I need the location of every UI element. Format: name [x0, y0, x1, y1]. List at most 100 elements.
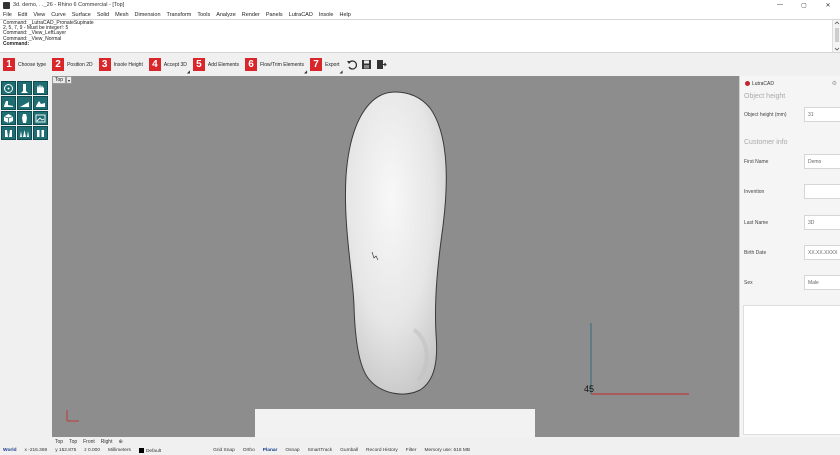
planar-toggle[interactable]: Planar [263, 448, 278, 453]
viewport-tabs: Top Top Front Right ⊕ [52, 437, 739, 446]
birth-date-label: Birth Date [744, 249, 767, 256]
menu-surface[interactable]: Surface [72, 12, 91, 18]
tab-top-2[interactable]: Top [69, 439, 77, 445]
menu-help[interactable]: Help [340, 12, 351, 18]
step-add-elements-button[interactable]: 5 Add Elements [192, 58, 240, 71]
step-number: 6 [245, 58, 258, 71]
window-controls: — ▢ ✕ [768, 0, 840, 10]
y-coordinate: y 152.875 [55, 448, 77, 453]
first-name-label: First Name [744, 158, 769, 165]
last-name-input[interactable] [804, 215, 840, 230]
command-history-scrollbar[interactable] [832, 20, 840, 52]
sex-row: Sex [744, 275, 840, 290]
foot-print-icon[interactable] [17, 111, 32, 125]
foot-pair-front-icon[interactable] [17, 126, 32, 140]
last-name-row: Last Name [744, 215, 840, 230]
last-name-label: Last Name [744, 219, 769, 226]
insole-model[interactable] [52, 76, 739, 437]
foot-front-icon[interactable] [17, 81, 32, 95]
cube-icon[interactable] [1, 111, 16, 125]
units-indicator[interactable]: Millimeters [108, 448, 131, 453]
foot-circle-icon[interactable] [1, 81, 16, 95]
menu-lutracad[interactable]: LutraCAD [289, 12, 313, 18]
step-insole-height-button[interactable]: 3 Insole Height [98, 58, 143, 71]
undo-icon[interactable] [346, 59, 357, 70]
foot-pair-icon[interactable] [1, 126, 16, 140]
flyout-caret-icon: ◢ [339, 69, 343, 74]
step-label: Add Elements [207, 61, 240, 68]
tab-right[interactable]: Right [101, 439, 113, 445]
birth-date-input[interactable] [804, 245, 840, 260]
menu-panels[interactable]: Panels [266, 12, 283, 18]
foot-pair-back-icon[interactable] [33, 126, 48, 140]
exit-icon[interactable] [376, 59, 387, 70]
menu-file[interactable]: File [3, 12, 12, 18]
command-history: Command: _LutraCAD_PronateSupinate 2, 5,… [0, 19, 840, 53]
layer-indicator[interactable]: Default [138, 447, 162, 454]
panel-header: LutraCAD ⚙ [745, 80, 837, 87]
gumball-toggle[interactable]: Gumball [340, 448, 358, 453]
lutracad-panel: LutraCAD ⚙ Object height Object height (… [739, 76, 840, 437]
menu-mesh[interactable]: Mesh [115, 12, 128, 18]
ortho-toggle[interactable]: Ortho [243, 448, 255, 453]
first-name-input[interactable] [804, 154, 840, 169]
layer-color-swatch [138, 447, 144, 453]
filter-toggle[interactable]: Filter [406, 448, 417, 453]
foot-ramp-icon[interactable] [17, 96, 32, 110]
birth-date-row: Birth Date [744, 245, 840, 260]
menu-render[interactable]: Render [242, 12, 260, 18]
object-height-input[interactable] [804, 107, 840, 122]
command-input[interactable] [31, 41, 232, 47]
menu-edit[interactable]: Edit [18, 12, 27, 18]
save-icon[interactable] [361, 59, 372, 70]
menu-tools[interactable]: Tools [197, 12, 210, 18]
object-height-section-title: Object height [744, 93, 786, 100]
menu-bar: File Edit View Curve Surface Solid Mesh … [0, 10, 840, 19]
menu-transform[interactable]: Transform [167, 12, 192, 18]
left-tool-panel [0, 76, 52, 436]
grid-snap-toggle[interactable]: Grid Snap [213, 448, 235, 453]
step-flow-trim-elements-button[interactable]: 6 Flow/Trim Elements ◢ [245, 58, 307, 74]
osnap-toggle[interactable]: Osnap [285, 448, 299, 453]
foot-hand-icon[interactable] [33, 81, 48, 95]
settings-gear-icon[interactable]: ⚙ [832, 80, 837, 87]
top-viewport[interactable]: Top ▾ 45 [52, 76, 739, 437]
layer-name: Default [145, 448, 162, 454]
step-number: 3 [98, 58, 111, 71]
menu-view[interactable]: View [33, 12, 45, 18]
step-number: 2 [52, 58, 65, 71]
menu-analyze[interactable]: Analyze [216, 12, 236, 18]
foot-tools-grid [1, 81, 48, 140]
tab-top[interactable]: Top [55, 439, 63, 445]
object-height-row: Object height (mm) [744, 107, 840, 122]
step-export-button[interactable]: 7 Export ◢ [310, 58, 343, 74]
invention-row: Invention [744, 184, 840, 199]
tab-front[interactable]: Front [83, 439, 95, 445]
step-accept-3d-button[interactable]: 4 Accept 3D ◢ [148, 58, 190, 74]
minimize-button[interactable]: — [768, 0, 792, 10]
step-position-2d-button[interactable]: 2 Position 2D [52, 58, 93, 71]
menu-solid[interactable]: Solid [97, 12, 109, 18]
maximize-button[interactable]: ▢ [792, 0, 816, 10]
menu-dimension[interactable]: Dimension [135, 12, 161, 18]
menu-insole[interactable]: Insole [319, 12, 334, 18]
invention-input[interactable] [804, 184, 840, 199]
customer-info-section-title: Customer info [744, 139, 788, 146]
sex-input[interactable] [804, 275, 840, 290]
image-icon[interactable] [33, 111, 48, 125]
sex-label: Sex [744, 279, 753, 286]
invention-label: Invention [744, 188, 765, 195]
record-history-toggle[interactable]: Record History [366, 448, 398, 453]
workflow-toolbar: 1 Choose type 2 Position 2D 3 Insole Hei… [0, 54, 840, 75]
close-button[interactable]: ✕ [816, 0, 840, 10]
foot-cross-icon[interactable] [33, 96, 48, 110]
status-bar: World x -216.369 y 152.875 z 0.000 Milli… [0, 446, 840, 455]
smarttrack-toggle[interactable]: SmartTrack [308, 448, 333, 453]
cplane-indicator[interactable]: World [3, 448, 17, 453]
notes-area[interactable] [743, 305, 840, 435]
add-viewport-icon[interactable]: ⊕ [118, 439, 122, 445]
step-choose-type-button[interactable]: 1 Choose type [3, 58, 46, 71]
step-number: 5 [192, 58, 205, 71]
menu-curve[interactable]: Curve [51, 12, 66, 18]
foot-side-icon[interactable] [1, 96, 16, 110]
